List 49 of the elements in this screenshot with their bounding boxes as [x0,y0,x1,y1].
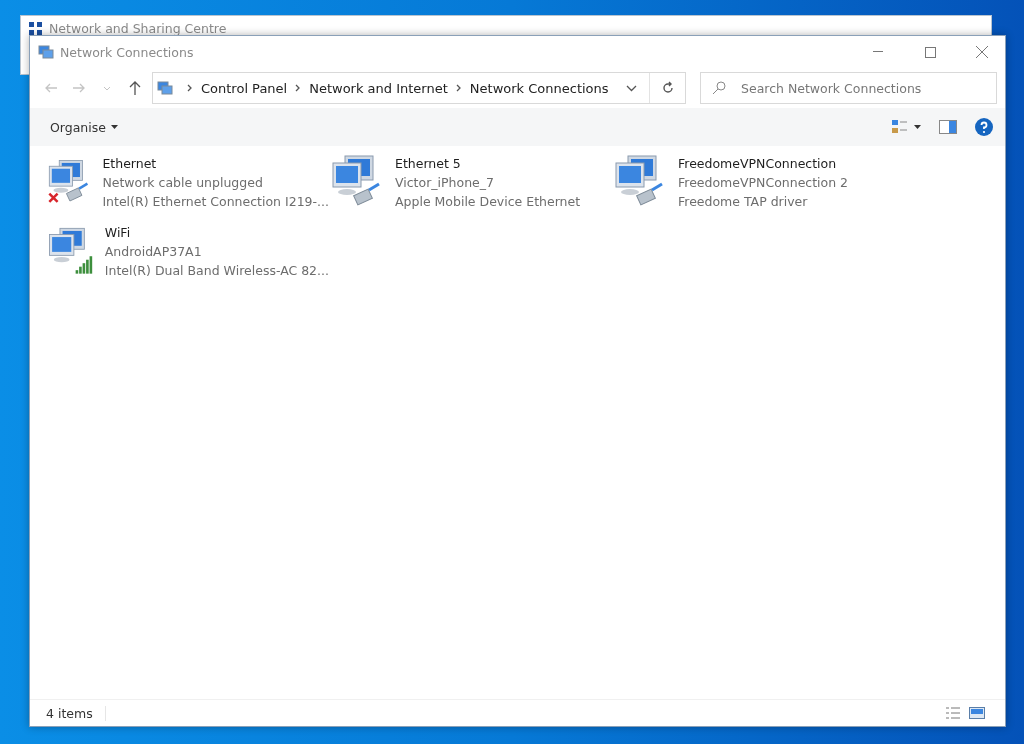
adapter-name: WiFi [104,225,132,240]
address-bar[interactable]: Control Panel Network and Internet Network Connections [152,72,686,104]
window-title: Network Connections [60,44,195,60]
window-title: Network and Sharing Centre [49,22,228,36]
up-arrow-icon [129,81,141,95]
adapter-name: FreedomeVPNConnection [678,156,838,171]
adapter-device: Intel(R) Dual Band Wireless-AC 82... [104,263,329,278]
breadcrumb-link[interactable]: Network Connections [469,80,609,96]
adapter-device: Freedome TAP driver [678,194,809,209]
search-field[interactable]: Search Network Connections [700,72,997,104]
maximize-icon [924,46,936,58]
close-icon [976,46,988,58]
adapter-device: Apple Mobile Device Ethernet [395,194,581,209]
details-list-icon [945,706,961,720]
adapter-status: FreedomeVPNConnection 2 [678,175,849,190]
breadcrumb-link[interactable]: Control Panel [201,80,288,96]
adapter-item[interactable]: Ethernet Network cable unplugged Intel(R) Ethernet Connection I219-... [46,154,329,223]
help-button[interactable] [973,116,995,138]
adapter-name: Ethernet [102,156,158,171]
forward-arrow-icon [72,83,86,93]
chevron-icon [455,84,462,92]
view-options-icon [892,119,908,135]
adapter-status: Victor_iPhone_7 [395,175,495,190]
minimize-icon [873,51,883,53]
adapter-item[interactable]: WiFi AndroidAP37A1 Intel(R) Dual Band Wireless-AC 82... [46,223,329,292]
adapter-status: AndroidAP37A1 [104,244,203,259]
caret-icon [914,125,921,129]
network-grid-icon [29,22,43,36]
breadcrumb-link[interactable]: Network and Internet [309,80,448,96]
adapter-item[interactable]: FreedomeVPNConnection FreedomeVPNConnection 2 Freedome TAP driver [612,154,895,223]
chevron-icon [187,84,193,92]
help-icon [975,118,993,136]
preview-pane-icon [939,120,957,134]
network-connections-icon [38,44,54,60]
adapter-device: Intel(R) Ethernet Connection I219-... [102,194,329,209]
adapter-status: Network cable unplugged [102,175,264,190]
large-icons-icon [969,706,985,720]
dropdown-icon[interactable] [626,84,637,92]
adapter-item[interactable]: Ethernet 5 Victor_iPhone_7 Apple Mobile Device Ethernet [329,154,612,223]
adapter-name: Ethernet 5 [395,156,462,171]
control-panel-icon [157,80,173,96]
chevron-icon [295,84,302,92]
item-count: 4 items [46,705,106,721]
caret-icon [103,85,111,91]
caret-icon [110,125,118,129]
preview-pane-button[interactable] [937,118,959,136]
refresh-icon [660,81,675,95]
back-arrow-icon [44,83,58,93]
organise-menu[interactable]: Organise [42,115,126,139]
